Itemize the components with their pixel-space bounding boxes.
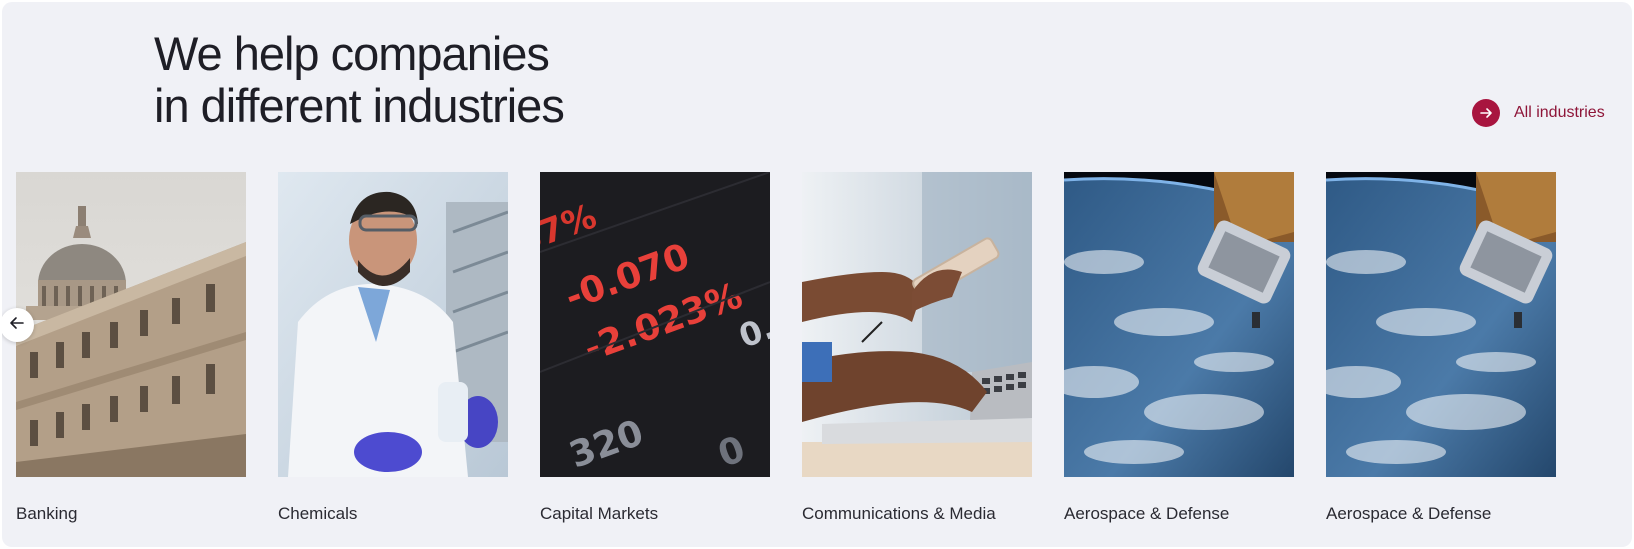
card-caption: Chemicals (278, 504, 358, 523)
capital-markets-image: 587% -0.070 -2.023% 0. 320 0 (540, 172, 770, 477)
card-caption: Aerospace & Defense (1326, 504, 1492, 523)
card-caption: Banking (16, 504, 78, 523)
heading-line-2: in different industries (154, 79, 565, 132)
industry-card-chemicals[interactable]: Chemicals (278, 172, 508, 524)
industry-card-capital-markets[interactable]: 587% -0.070 -2.023% 0. 320 0 Capital Mar… (540, 172, 770, 524)
industries-section: We help companies in different industrie… (2, 2, 1632, 547)
card-caption: Capital Markets (540, 504, 659, 523)
all-industries-label: All industries (1514, 104, 1605, 121)
chemicals-image (278, 172, 508, 477)
arrow-right-icon (1472, 99, 1500, 127)
all-industries-link[interactable]: All industries (1472, 99, 1605, 127)
aerospace-defense-image (1326, 172, 1556, 477)
industry-card-communications-media[interactable]: Communications & Media (802, 172, 1032, 524)
section-heading: We help companies in different industrie… (154, 28, 754, 132)
industry-card-banking[interactable]: Banking (16, 172, 246, 524)
aerospace-defense-image (1064, 172, 1294, 477)
arrow-left-icon (9, 315, 25, 336)
communications-media-image (802, 172, 1032, 477)
card-caption: Communications & Media (802, 504, 996, 523)
card-caption: Aerospace & Defense (1064, 504, 1230, 523)
banking-image (16, 172, 246, 477)
heading-line-1: We help companies (154, 27, 550, 80)
industry-card-aerospace-defense[interactable]: Aerospace & Defense (1326, 172, 1556, 524)
industry-card-aerospace-defense[interactable]: Aerospace & Defense (1064, 172, 1294, 524)
